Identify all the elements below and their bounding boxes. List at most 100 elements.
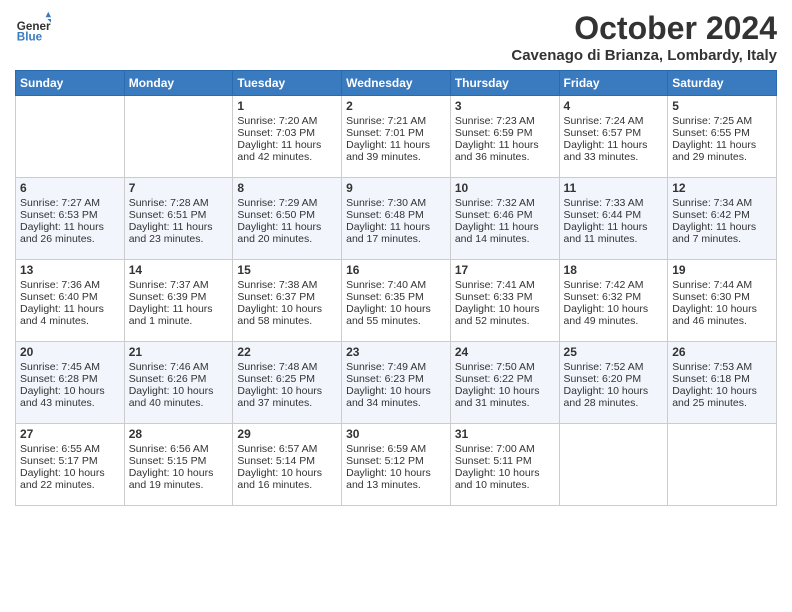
weekday-header: Wednesday [342,71,451,96]
daylight-text: Daylight: 11 hours and 42 minutes. [237,139,321,163]
sunrise-text: Sunrise: 7:28 AM [129,197,209,209]
sunset-text: Sunset: 6:22 PM [455,373,533,385]
calendar-cell: 11Sunrise: 7:33 AMSunset: 6:44 PMDayligh… [559,178,668,260]
daylight-text: Daylight: 10 hours and 43 minutes. [20,385,105,409]
sunrise-text: Sunrise: 7:20 AM [237,115,317,127]
daylight-text: Daylight: 11 hours and 4 minutes. [20,303,104,327]
day-number: 23 [346,345,446,359]
logo: General Blue [15,10,51,46]
sunrise-text: Sunrise: 6:55 AM [20,443,100,455]
month-title: October 2024 [511,10,777,47]
calendar-cell: 19Sunrise: 7:44 AMSunset: 6:30 PMDayligh… [668,260,777,342]
day-number: 13 [20,263,120,277]
daylight-text: Daylight: 10 hours and 13 minutes. [346,467,431,491]
day-number: 16 [346,263,446,277]
sunrise-text: Sunrise: 7:24 AM [564,115,644,127]
daylight-text: Daylight: 10 hours and 52 minutes. [455,303,540,327]
sunset-text: Sunset: 6:37 PM [237,291,315,303]
daylight-text: Daylight: 10 hours and 49 minutes. [564,303,649,327]
sunset-text: Sunset: 6:20 PM [564,373,642,385]
sunrise-text: Sunrise: 7:29 AM [237,197,317,209]
day-number: 14 [129,263,229,277]
sunrise-text: Sunrise: 7:34 AM [672,197,752,209]
daylight-text: Daylight: 10 hours and 31 minutes. [455,385,540,409]
weekday-header-row: SundayMondayTuesdayWednesdayThursdayFrid… [16,71,777,96]
location-title: Cavenago di Brianza, Lombardy, Italy [511,47,777,64]
calendar-cell: 22Sunrise: 7:48 AMSunset: 6:25 PMDayligh… [233,342,342,424]
sunset-text: Sunset: 6:28 PM [20,373,98,385]
weekday-header: Tuesday [233,71,342,96]
day-number: 22 [237,345,337,359]
sunrise-text: Sunrise: 7:30 AM [346,197,426,209]
day-number: 8 [237,181,337,195]
sunrise-text: Sunrise: 6:59 AM [346,443,426,455]
daylight-text: Daylight: 11 hours and 26 minutes. [20,221,104,245]
weekday-header: Thursday [450,71,559,96]
day-number: 17 [455,263,555,277]
sunset-text: Sunset: 6:26 PM [129,373,207,385]
calendar-week-row: 27Sunrise: 6:55 AMSunset: 5:17 PMDayligh… [16,424,777,506]
weekday-header: Sunday [16,71,125,96]
day-number: 26 [672,345,772,359]
calendar-cell: 31Sunrise: 7:00 AMSunset: 5:11 PMDayligh… [450,424,559,506]
calendar-cell: 28Sunrise: 6:56 AMSunset: 5:15 PMDayligh… [124,424,233,506]
sunset-text: Sunset: 5:11 PM [455,455,532,467]
svg-text:Blue: Blue [17,31,43,44]
calendar-week-row: 20Sunrise: 7:45 AMSunset: 6:28 PMDayligh… [16,342,777,424]
sunset-text: Sunset: 6:53 PM [20,209,98,221]
title-block: October 2024 Cavenago di Brianza, Lombar… [511,10,777,64]
daylight-text: Daylight: 11 hours and 14 minutes. [455,221,539,245]
sunrise-text: Sunrise: 7:38 AM [237,279,317,291]
day-number: 12 [672,181,772,195]
calendar-cell: 25Sunrise: 7:52 AMSunset: 6:20 PMDayligh… [559,342,668,424]
sunset-text: Sunset: 6:32 PM [564,291,642,303]
sunset-text: Sunset: 6:25 PM [237,373,315,385]
sunrise-text: Sunrise: 6:56 AM [129,443,209,455]
calendar-cell: 27Sunrise: 6:55 AMSunset: 5:17 PMDayligh… [16,424,125,506]
calendar-cell: 16Sunrise: 7:40 AMSunset: 6:35 PMDayligh… [342,260,451,342]
day-number: 6 [20,181,120,195]
daylight-text: Daylight: 11 hours and 20 minutes. [237,221,321,245]
day-number: 29 [237,427,337,441]
calendar-cell: 26Sunrise: 7:53 AMSunset: 6:18 PMDayligh… [668,342,777,424]
calendar-week-row: 13Sunrise: 7:36 AMSunset: 6:40 PMDayligh… [16,260,777,342]
day-number: 19 [672,263,772,277]
day-number: 3 [455,99,555,113]
sunset-text: Sunset: 6:42 PM [672,209,750,221]
day-number: 21 [129,345,229,359]
page-header: General Blue October 2024 Cavenago di Br… [15,10,777,64]
sunset-text: Sunset: 6:30 PM [672,291,750,303]
weekday-header: Saturday [668,71,777,96]
daylight-text: Daylight: 11 hours and 7 minutes. [672,221,756,245]
calendar-cell [559,424,668,506]
daylight-text: Daylight: 10 hours and 22 minutes. [20,467,105,491]
sunrise-text: Sunrise: 7:53 AM [672,361,752,373]
calendar-cell: 3Sunrise: 7:23 AMSunset: 6:59 PMDaylight… [450,96,559,178]
calendar-cell: 12 Sunrise: 7:34 AMSunset: 6:42 PMDayligh… [668,178,777,260]
sunset-text: Sunset: 7:01 PM [346,127,424,139]
calendar-cell: 18Sunrise: 7:42 AMSunset: 6:32 PMDayligh… [559,260,668,342]
sunrise-text: Sunrise: 7:00 AM [455,443,535,455]
sunset-text: Sunset: 6:39 PM [129,291,207,303]
calendar-cell: 23Sunrise: 7:49 AMSunset: 6:23 PMDayligh… [342,342,451,424]
sunrise-text: Sunrise: 7:21 AM [346,115,426,127]
sunrise-text: Sunrise: 7:44 AM [672,279,752,291]
daylight-text: Daylight: 10 hours and 19 minutes. [129,467,214,491]
day-number: 1 [237,99,337,113]
sunrise-text: Sunrise: 7:48 AM [237,361,317,373]
calendar-week-row: 1Sunrise: 7:20 AMSunset: 7:03 PMDaylight… [16,96,777,178]
daylight-text: Daylight: 10 hours and 25 minutes. [672,385,757,409]
calendar-cell: 15Sunrise: 7:38 AMSunset: 6:37 PMDayligh… [233,260,342,342]
sunset-text: Sunset: 6:50 PM [237,209,315,221]
calendar-cell: 10Sunrise: 7:32 AMSunset: 6:46 PMDayligh… [450,178,559,260]
daylight-text: Daylight: 10 hours and 58 minutes. [237,303,322,327]
sunset-text: Sunset: 6:40 PM [20,291,98,303]
day-number: 18 [564,263,664,277]
sunset-text: Sunset: 6:51 PM [129,209,207,221]
daylight-text: Daylight: 11 hours and 33 minutes. [564,139,648,163]
day-number: 10 [455,181,555,195]
logo-icon: General Blue [15,10,51,46]
sunrise-text: Sunrise: 7:46 AM [129,361,209,373]
calendar-cell: 30Sunrise: 6:59 AMSunset: 5:12 PMDayligh… [342,424,451,506]
sunrise-text: Sunrise: 7:50 AM [455,361,535,373]
